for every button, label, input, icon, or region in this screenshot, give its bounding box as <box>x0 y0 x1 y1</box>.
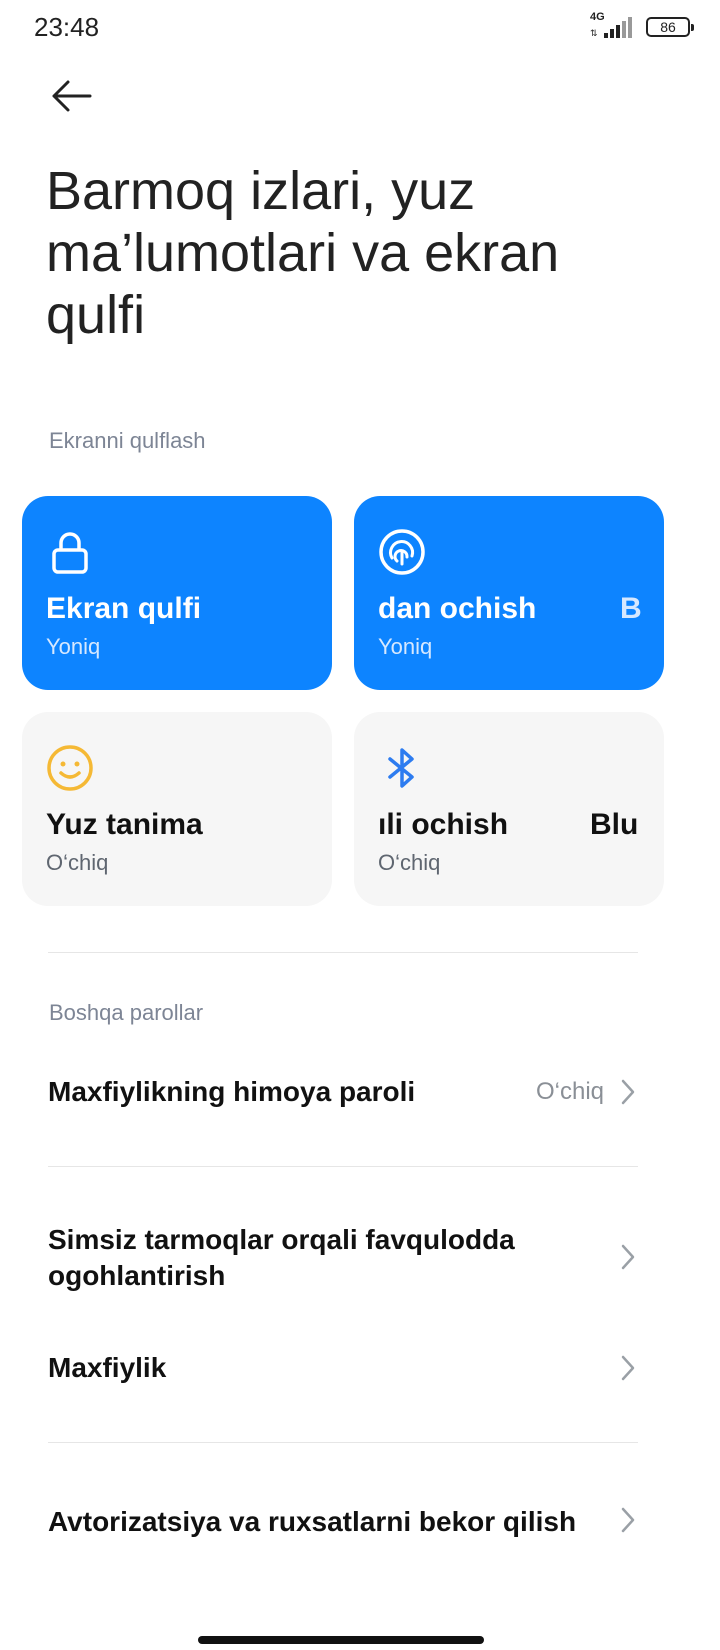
back-arrow-icon <box>52 80 92 112</box>
chevron-right-icon <box>621 1079 635 1105</box>
cellular-signal-icon: 4G ⇅ <box>590 11 636 40</box>
card-status: O‘chiq <box>378 850 441 875</box>
card-status: Yoniq <box>46 634 101 659</box>
status-icons: 4G ⇅ 86 <box>590 11 694 40</box>
fingerprint-icon <box>379 529 425 575</box>
card-fingerprint-unlock[interactable]: dan ochish B Yoniq <box>354 496 664 690</box>
bluetooth-icon <box>388 748 414 788</box>
network-type: 4G <box>590 11 605 23</box>
card-title: Yuz tanima <box>46 808 203 841</box>
divider <box>48 1442 638 1443</box>
section-label-screen-lock: Ekranni qulflash <box>49 428 206 453</box>
card-face-unlock[interactable]: Yuz tanima O‘chiq <box>22 712 332 906</box>
card-status: O‘chiq <box>46 850 109 875</box>
lock-icon <box>52 532 88 574</box>
chevron-right-icon <box>621 1355 635 1381</box>
card-title: Ekran qulfi <box>46 592 202 625</box>
card-title-fragment: B <box>620 592 642 625</box>
revoke-authorization-row[interactable]: Avtorizatsiya va ruxsatlarni bekor qilis… <box>0 1488 720 1558</box>
divider <box>48 1166 638 1167</box>
home-indicator[interactable] <box>198 1636 484 1644</box>
privacy-password-row[interactable]: Maxfiylikning himoya paroli O‘chiq <box>0 1056 720 1128</box>
back-button[interactable] <box>48 74 96 118</box>
smiley-face-icon <box>47 745 93 791</box>
card-title: ıli ochish <box>378 808 509 841</box>
emergency-alerts-row[interactable]: Simsiz tarmoqlar orqali favqulodda ogohl… <box>0 1212 720 1302</box>
chevron-right-icon <box>621 1507 635 1533</box>
divider <box>48 952 638 953</box>
row-label: Maxfiylikning himoya paroli <box>48 1076 416 1107</box>
card-title: dan ochish <box>378 592 537 625</box>
card-bluetooth-unlock[interactable]: ıli ochish Blu O‘chiq <box>354 712 664 906</box>
row-value: O‘chiq <box>535 1078 604 1105</box>
row-label: Avtorizatsiya va ruxsatlarni bekor qilis… <box>48 1506 577 1537</box>
page-title: Barmoq izlari, yuz ma’lumotlari va ekran… <box>46 161 560 345</box>
card-status: Yoniq <box>378 634 433 659</box>
row-label: Maxfiylik <box>48 1352 167 1383</box>
privacy-row[interactable]: Maxfiylik <box>0 1334 720 1404</box>
status-time: 23:48 <box>34 12 100 42</box>
chevron-right-icon <box>621 1244 635 1270</box>
card-screen-lock[interactable]: Ekran qulfi Yoniq <box>22 496 332 690</box>
section-label-other-passwords: Boshqa parollar <box>49 1000 204 1025</box>
row-label: Simsiz tarmoqlar orqali favqulodda ogohl… <box>48 1224 515 1291</box>
card-title-fragment: Blu <box>590 808 639 841</box>
battery-icon: 86 <box>646 17 694 37</box>
